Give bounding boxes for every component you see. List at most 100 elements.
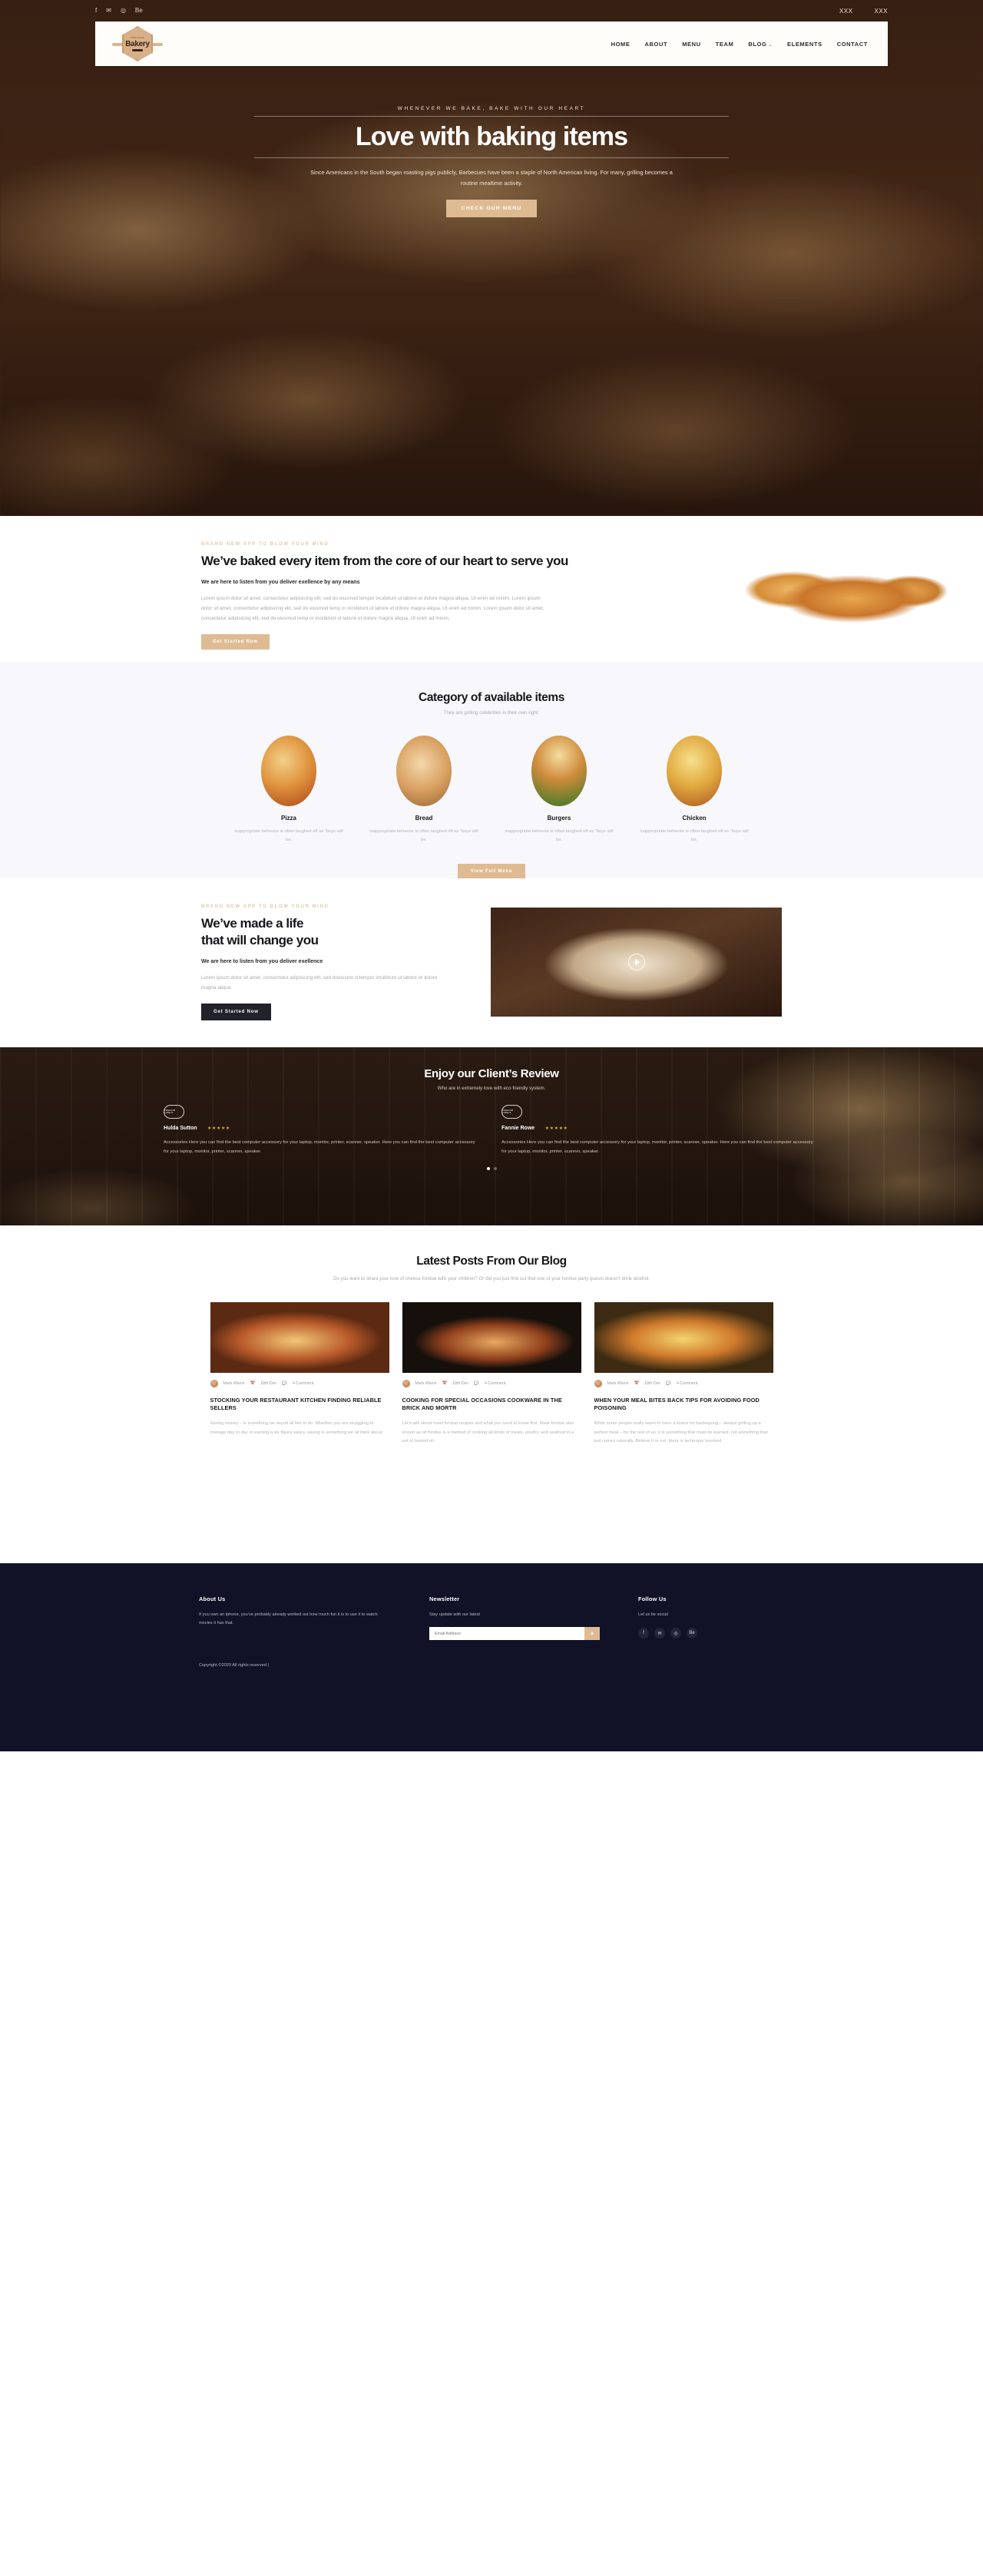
life-title: We’ve made a life that will change you xyxy=(201,915,455,949)
blog-post-card[interactable]: Mark Wiens 📅 18th Dec 💬 4 Comment COOKIN… xyxy=(402,1301,581,1447)
nav-item-contact[interactable]: CONTACT xyxy=(837,41,868,48)
carousel-dot-1[interactable] xyxy=(486,1167,490,1171)
post-author: Mark Wiens xyxy=(415,1381,437,1386)
life-title-line2: that will change you xyxy=(201,932,319,947)
category-card-chicken[interactable]: Chicken inappropriate behavior is often … xyxy=(640,736,749,845)
calendar-icon: 📅 xyxy=(250,1381,256,1386)
footer-about-text: If you own an iphone, you’ve probably al… xyxy=(199,1612,378,1626)
comment-icon: 💬 xyxy=(282,1381,287,1386)
blog-grid: Mark Wiens 📅 18th Dec 💬 4 Comment STOCKI… xyxy=(0,1301,983,1447)
post-title[interactable]: WHEN YOUR MEAL BITES BACK TIPS FOR AVOID… xyxy=(594,1397,773,1413)
premium-label-badge-icon: PREMIUM LABELS xyxy=(501,1105,522,1119)
baked-lead: We are here to listen from you deliver e… xyxy=(201,579,360,585)
behance-icon[interactable]: Be xyxy=(687,1628,697,1639)
newsletter-form: ✈ xyxy=(429,1627,600,1641)
post-comments: 4 Comment xyxy=(484,1381,506,1386)
hero-section: f ✉ ◎ Be XXX XXX HAND MADE Bakery HOME A… xyxy=(0,0,983,516)
top-link-1[interactable]: XXX xyxy=(839,8,853,15)
facebook-icon[interactable]: f xyxy=(638,1628,649,1639)
review-text: Accessories Here you can find the best c… xyxy=(501,1140,813,1154)
post-thumbnail xyxy=(594,1301,773,1373)
footer-columns: About Us If you own an iphone, you’ve pr… xyxy=(199,1596,784,1641)
reviews-content: Enjoy our Client’s Review Who are in ext… xyxy=(0,1047,983,1171)
check-our-menu-button[interactable]: CHECK OUR MENU xyxy=(445,200,538,218)
post-thumbnail xyxy=(402,1301,581,1373)
chicken-image xyxy=(667,736,722,806)
category-name: Pizza xyxy=(280,815,296,822)
nav-label-about: ABOUT xyxy=(644,40,668,48)
newsletter-submit-button[interactable]: ✈ xyxy=(584,1627,600,1641)
avatar xyxy=(594,1379,602,1387)
footer-follow-text: Let us be social xyxy=(638,1612,668,1617)
top-link-2[interactable]: XXX xyxy=(874,8,888,15)
category-description: inappropriate behavior is often laughed … xyxy=(369,829,478,843)
nav-item-menu[interactable]: MENU xyxy=(682,41,700,48)
footer-newsletter-column: Newsletter Stay update with our latest ✈ xyxy=(429,1596,638,1641)
baked-text-block: BRAND NEW APP TO BLOW YOUR MIND We’ve ba… xyxy=(201,516,601,662)
nav-item-about[interactable]: ABOUT xyxy=(645,41,668,48)
reviewer-name: Fannie Rowe xyxy=(501,1126,535,1131)
post-excerpt: Saving money – is something we would all… xyxy=(210,1420,383,1435)
carousel-dot-2[interactable] xyxy=(493,1167,497,1171)
blog-post-card[interactable]: Mark Wiens 📅 18th Dec 💬 4 Comment STOCKI… xyxy=(210,1301,389,1447)
life-section: BRAND NEW APP TO BLOW YOUR MIND We’ve ma… xyxy=(0,878,983,1047)
rating-stars: ★★★★★ xyxy=(544,1126,568,1131)
category-card-bread[interactable]: Bread inappropriate behavior is often la… xyxy=(369,736,478,845)
reviews-section: Enjoy our Client’s Review Who are in ext… xyxy=(0,1047,983,1225)
avatar xyxy=(402,1379,410,1387)
top-right-links[interactable]: XXX XXX xyxy=(839,8,888,15)
twitter-icon[interactable]: ✉ xyxy=(654,1628,665,1639)
life-get-started-button[interactable]: Get Started Now xyxy=(201,1003,271,1020)
bread-image xyxy=(396,736,452,806)
review-card: PREMIUM LABELS Fannie Rowe ★★★★★ Accesso… xyxy=(501,1105,819,1156)
blog-post-card[interactable]: Mark Wiens 📅 18th Dec 💬 4 Comment WHEN Y… xyxy=(594,1301,773,1447)
category-subtitle: They are grilling celebrities in their o… xyxy=(443,710,540,716)
post-meta: Mark Wiens 📅 18th Dec 💬 4 Comment xyxy=(210,1373,389,1387)
hero-kicker: WHENEVER WE BAKE, BAKE WITH OUR HEART xyxy=(397,106,586,111)
post-excerpt: While some people really seem to have a … xyxy=(594,1420,768,1444)
hero-content: WHENEVER WE BAKE, BAKE WITH OUR HEART Lo… xyxy=(0,106,983,218)
site-footer: About Us If you own an iphone, you’ve pr… xyxy=(0,1563,983,1751)
category-card-pizza[interactable]: Pizza inappropriate behavior is often la… xyxy=(234,736,343,845)
instagram-icon[interactable]: ◎ xyxy=(121,8,126,14)
review-card: PREMIUM LABELS Hulda Sutton ★★★★★ Access… xyxy=(164,1105,482,1156)
calendar-icon: 📅 xyxy=(634,1381,640,1386)
post-date: 18th Dec xyxy=(644,1381,661,1386)
carousel-dots[interactable] xyxy=(0,1167,983,1171)
site-logo[interactable]: HAND MADE Bakery xyxy=(112,21,163,66)
post-meta: Mark Wiens 📅 18th Dec 💬 4 Comment xyxy=(594,1373,773,1387)
nav-item-team[interactable]: TEAM xyxy=(716,41,734,48)
top-social-links[interactable]: f ✉ ◎ Be xyxy=(95,8,143,14)
logo-bread-icon xyxy=(132,48,143,51)
blog-title: Latest Posts From Our Blog xyxy=(416,1255,567,1268)
video-thumbnail[interactable] xyxy=(491,908,782,1017)
reviewer-name: Hulda Sutton xyxy=(164,1126,197,1131)
footer-follow-heading: Follow Us xyxy=(638,1596,667,1602)
nav-item-home[interactable]: HOME xyxy=(611,41,631,48)
baked-kicker: BRAND NEW APP TO BLOW YOUR MIND xyxy=(201,542,329,547)
view-full-menu-button[interactable]: View Full Menu xyxy=(457,863,526,879)
instagram-icon[interactable]: ◎ xyxy=(670,1628,681,1639)
facebook-icon[interactable]: f xyxy=(95,8,97,14)
nav-label-menu: MENU xyxy=(682,40,701,48)
baked-get-started-button[interactable]: Get Started Now xyxy=(201,634,270,650)
nav-label-home: HOME xyxy=(611,40,631,48)
category-card-burgers[interactable]: Burgers inappropriate behavior is often … xyxy=(505,736,614,845)
nav-item-elements[interactable]: ELEMENTS xyxy=(787,41,822,48)
behance-icon[interactable]: Be xyxy=(135,8,143,14)
post-title[interactable]: COOKING FOR SPECIAL OCCASIONS COOKWARE I… xyxy=(402,1397,581,1413)
category-name: Chicken xyxy=(682,815,707,822)
twitter-icon[interactable]: ✉ xyxy=(106,8,111,14)
play-icon[interactable] xyxy=(627,954,645,971)
logo-hexagon: HAND MADE Bakery xyxy=(122,26,153,61)
category-description: inappropriate behavior is often laughed … xyxy=(640,829,749,843)
footer-copyright: Copyright ©2020 All rights reserved | xyxy=(199,1663,270,1668)
baked-paragraph: Lorem ipsum dolor sit amet, consectetur … xyxy=(201,595,544,621)
post-author: Mark Wiens xyxy=(223,1381,245,1386)
post-title[interactable]: STOCKING YOUR RESTAURANT KITCHEN FINDING… xyxy=(210,1397,389,1413)
newsletter-email-input[interactable] xyxy=(429,1627,584,1641)
nav-item-blog[interactable]: BLOG ⌄ xyxy=(748,41,773,48)
review-text: Accessories Here you can find the best c… xyxy=(164,1140,475,1154)
blog-subtitle: Do you want to share your love of cheese… xyxy=(333,1276,650,1281)
comment-icon: 💬 xyxy=(474,1381,479,1386)
